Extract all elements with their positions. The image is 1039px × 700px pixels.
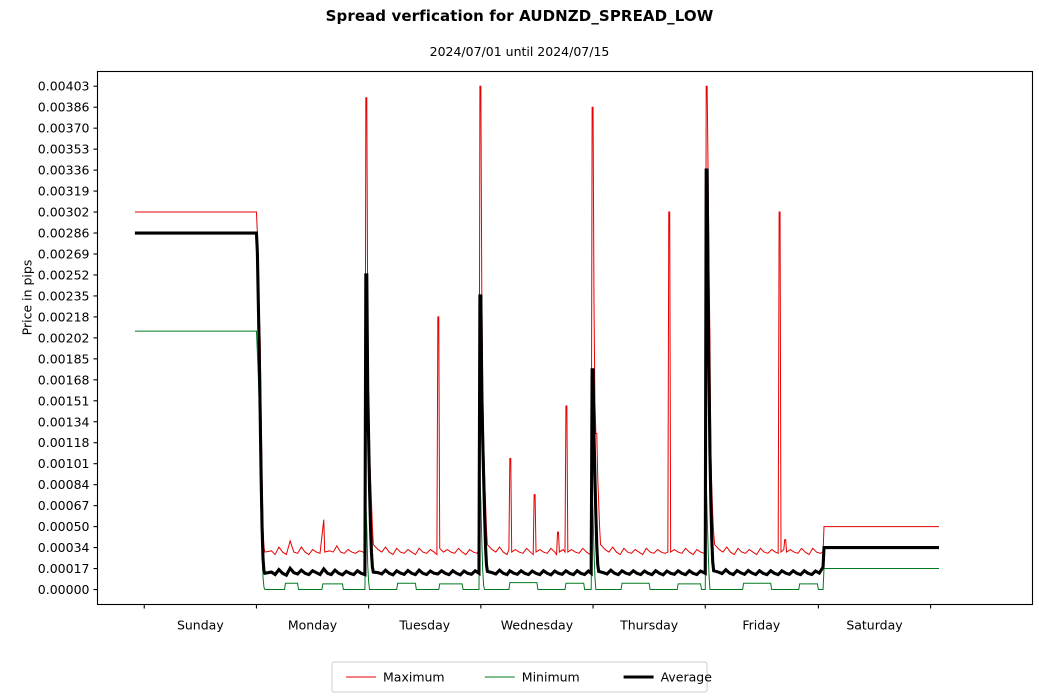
plot-area: 0.00000 0.00017 0.00034 0.00050 0.00067 0.000… (38, 70, 1034, 693)
y-axis-ticks: 0.00000 0.00017 0.00034 0.00050 0.00067 0.000… (38, 79, 98, 597)
x-axis-day-label: Tuesday (398, 618, 450, 633)
y-tick-label: 0.00050 (38, 519, 90, 534)
y-tick-label: 0.00403 (38, 79, 90, 94)
y-tick-label: 0.00118 (38, 435, 90, 450)
series-line-average (134, 168, 939, 578)
x-axis-day-label: Wednesday (501, 618, 574, 633)
chart-legend: Maximum Minimum Average (331, 661, 713, 693)
legend-label-average: Average (661, 670, 713, 685)
y-tick-label: 0.00286 (38, 226, 90, 241)
y-tick-label: 0.00336 (38, 163, 90, 178)
legend-label-minimum: Minimum (522, 670, 580, 685)
x-axis-day-labels: Sunday Monday Tuesday Wednesday Thursday Frid… (177, 618, 903, 633)
y-tick-label: 0.00101 (38, 456, 90, 471)
y-tick-label: 0.00302 (38, 205, 90, 220)
y-tick-label: 0.00185 (38, 351, 90, 366)
x-axis-ticks (143, 604, 932, 609)
y-tick-label: 0.00017 (38, 561, 90, 576)
y-tick-label: 0.00235 (38, 288, 90, 303)
y-tick-label: 0.00034 (38, 540, 90, 555)
y-tick-label: 0.00319 (38, 184, 90, 199)
y-tick-label: 0.00168 (38, 372, 90, 387)
legend-label-maximum: Maximum (383, 670, 445, 685)
y-tick-label: 0.00386 (38, 100, 90, 115)
y-tick-label: 0.00202 (38, 330, 90, 345)
series-line-maximum (134, 85, 939, 556)
y-tick-label: 0.00151 (38, 393, 90, 408)
y-tick-label: 0.00000 (38, 582, 90, 597)
y-tick-label: 0.00353 (38, 142, 90, 157)
data-series-group (134, 85, 939, 591)
x-axis-day-label: Sunday (177, 618, 224, 633)
y-tick-label: 0.00370 (38, 121, 90, 136)
y-tick-label: 0.00218 (38, 309, 90, 324)
y-tick-label: 0.00134 (38, 414, 90, 429)
series-line-minimum (134, 330, 939, 591)
x-axis-day-label: Friday (742, 618, 780, 633)
x-axis-day-label: Thursday (619, 618, 679, 633)
y-tick-label: 0.00084 (38, 477, 90, 492)
x-axis-day-label: Monday (288, 618, 338, 633)
y-tick-label: 0.00269 (38, 246, 90, 261)
chart-figure: Spread verfication for AUDNZD_SPREAD_LOW… (0, 0, 1039, 700)
y-tick-label: 0.00067 (38, 498, 90, 513)
y-tick-label: 0.00252 (38, 267, 90, 282)
x-axis-day-label: Saturday (846, 618, 903, 633)
